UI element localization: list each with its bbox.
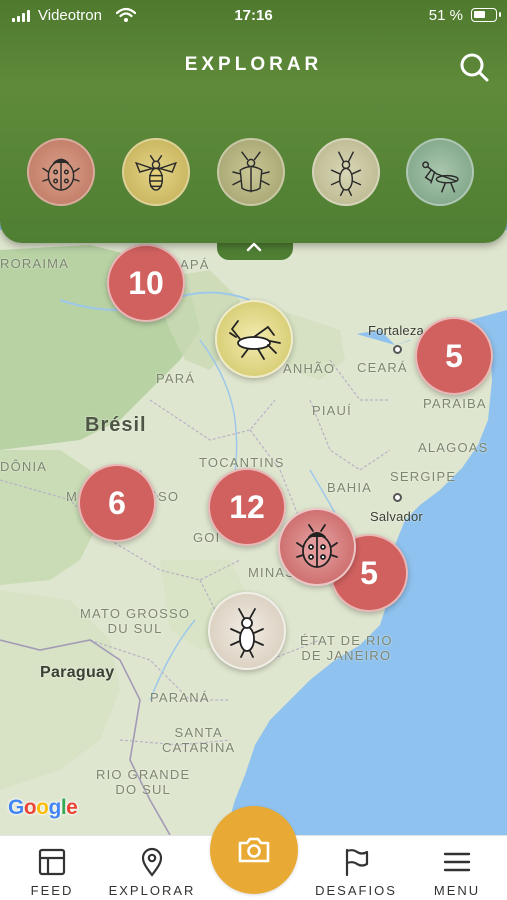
battery-icon [471, 8, 501, 22]
map-label-goias: GOI [193, 530, 221, 545]
ladybug-pin[interactable] [278, 508, 356, 586]
map-label-bahia: BAHIA [327, 480, 373, 495]
nav-menu-label: MENU [433, 883, 481, 898]
camera-button[interactable] [210, 806, 298, 894]
beetle-icon [232, 151, 270, 193]
cluster-marker[interactable]: 6 [78, 464, 156, 542]
map-label-salvador: Salvador [370, 509, 423, 524]
category-cricket[interactable] [312, 138, 380, 206]
map-label-alagoas: ALAGOAS [418, 440, 489, 455]
page-title: EXPLORAR [184, 54, 323, 75]
cluster-marker[interactable]: 5 [415, 317, 493, 395]
beetle-icon [230, 608, 264, 658]
map-label-para: PARÁ [156, 371, 196, 386]
category-ladybug[interactable] [27, 138, 95, 206]
city-dot-fortaleza [393, 345, 402, 354]
map-pin-icon [141, 847, 163, 877]
search-icon[interactable] [458, 51, 490, 83]
mantis-icon [422, 161, 459, 193]
nav-feed-label: FEED [30, 883, 74, 898]
map-label-rondonia: DÔNIA [0, 459, 48, 474]
cluster-marker[interactable]: 12 [208, 468, 286, 546]
bee-icon [134, 155, 178, 191]
map-label-rio: ÉTAT DE RIO DE JANEIRO [300, 633, 393, 663]
chevron-up-icon[interactable] [244, 240, 264, 254]
map-label-mato-grosso-tail: SO [158, 489, 180, 504]
cricket-icon [229, 320, 281, 360]
nav-menu[interactable]: MENU [425, 836, 489, 900]
nav-feed[interactable]: FEED [22, 836, 82, 900]
ladybug-icon [296, 524, 338, 568]
map-label-mato-grosso-sul: MATO GROSSO DU SUL [80, 606, 191, 636]
nav-explorar-label: EXPLORAR [108, 883, 196, 898]
map-label-paraguay: Paraguay [40, 664, 115, 681]
map-label-rio-grande: RIO GRANDE DO SUL [96, 767, 191, 797]
city-dot-salvador [393, 493, 402, 502]
map-label-fortaleza: Fortaleza [368, 323, 424, 338]
map-label-santa-catarina: SANTA CATARINA [162, 725, 236, 755]
cricket-icon [330, 151, 362, 197]
map-label-maranhao: ANHÃO [283, 361, 336, 376]
ladybug-icon [42, 158, 80, 191]
google-attribution: Google [8, 796, 78, 819]
flag-icon [345, 848, 369, 877]
map-label-ceara: CEARÁ [357, 360, 408, 375]
nav-desafios[interactable]: DESAFIOS [307, 836, 405, 900]
menu-icon [443, 852, 471, 872]
beetle-pin[interactable] [208, 592, 286, 670]
map-label-mato-grosso: M [66, 489, 79, 504]
map-label-piaui: PIAUÍ [312, 403, 352, 418]
map-label-bresil: Brésil [85, 414, 147, 436]
map-label-sergipe: SERGIPE [390, 469, 457, 484]
map-label-roraima: RORAIMA [0, 256, 70, 271]
status-bar: Videotron 17:16 51 % [0, 0, 507, 32]
nav-desafios-label: DESAFIOS [315, 883, 397, 898]
battery-percent: 51 % [428, 7, 463, 24]
map-label-parana: PARANÁ [150, 690, 210, 705]
feed-icon [38, 848, 66, 876]
nav-explorar[interactable]: EXPLORAR [102, 836, 202, 900]
map-label-paraiba: PARAIBA [423, 396, 487, 411]
cricket-pin[interactable] [215, 300, 293, 378]
map-label-amapa: APÁ [180, 257, 210, 272]
explore-header: Videotron 17:16 51 % EXPLORAR [0, 0, 507, 243]
category-beetle[interactable] [217, 138, 285, 206]
camera-icon [238, 837, 270, 863]
cluster-marker[interactable]: 10 [107, 244, 185, 322]
category-bee[interactable] [122, 138, 190, 206]
category-mantis[interactable] [406, 138, 474, 206]
